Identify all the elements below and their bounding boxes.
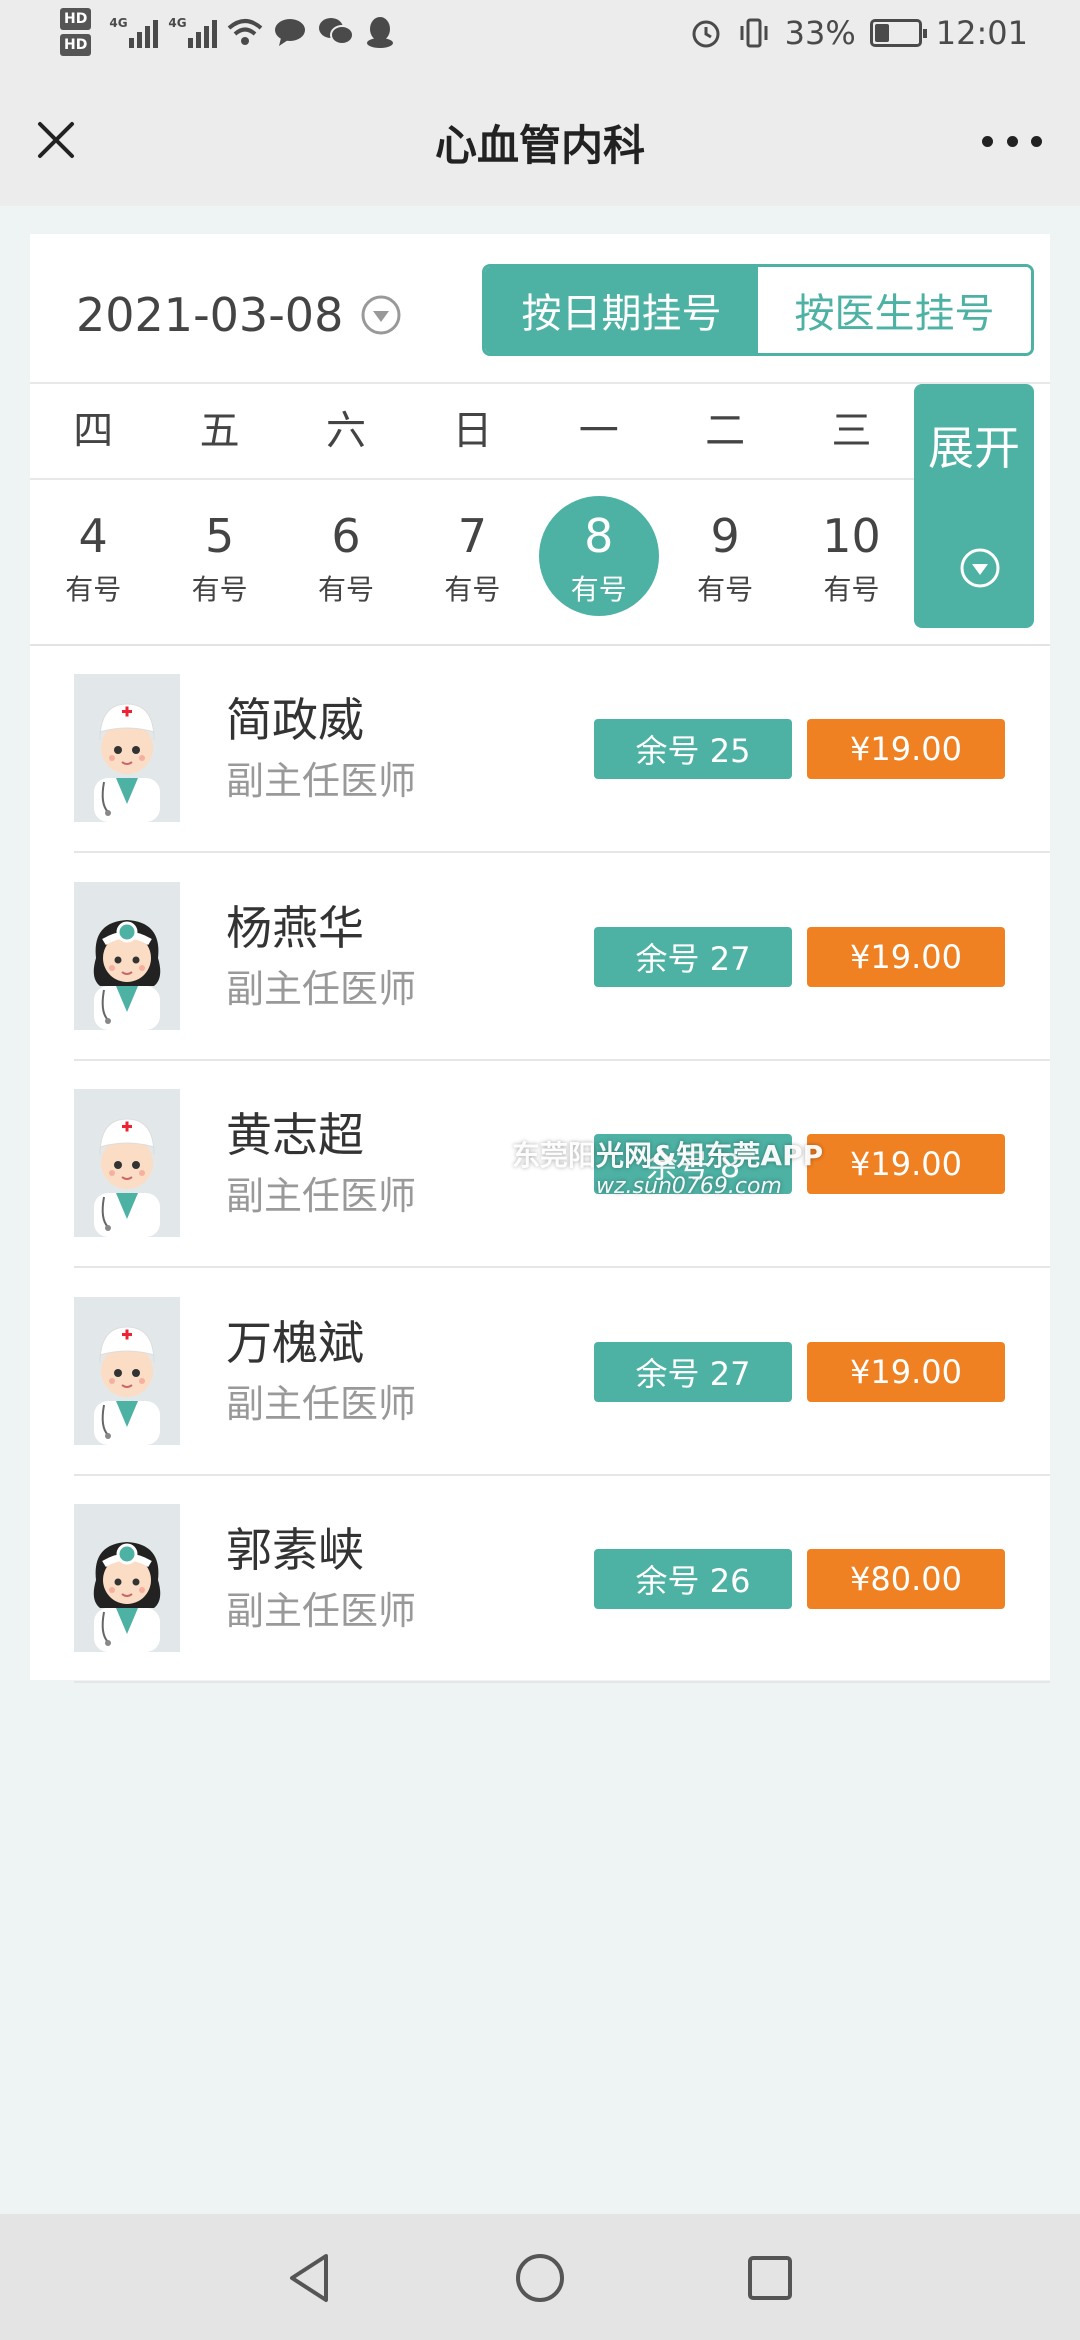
price-badge[interactable]: ¥19.00 [807, 719, 1005, 779]
day-availability: 有号 [697, 573, 754, 606]
doctor-row[interactable]: 简政威副主任医师 余号 25 ¥19.00 [30, 646, 1050, 853]
recents-icon[interactable] [742, 2250, 798, 2306]
day-number: 9 [710, 509, 740, 563]
day-cell-selected[interactable]: 8 有号 [536, 480, 662, 644]
day-number: 4 [78, 509, 108, 563]
qq-icon [367, 17, 394, 48]
chevron-down-circle-icon [361, 295, 401, 335]
signal-icon-2: 4G [168, 16, 218, 48]
date-bar: 2021-03-08 按日期挂号 按医生挂号 [30, 234, 1050, 384]
chevron-down-circle-icon [960, 548, 1000, 588]
price-badge[interactable]: ¥80.00 [807, 1549, 1005, 1609]
wechat-icon [319, 18, 355, 45]
message-icon [275, 19, 306, 46]
hd-badge-2: HD [60, 34, 92, 56]
selected-date: 2021-03-08 [76, 288, 344, 342]
day-number: 10 [822, 509, 881, 563]
price-badge[interactable]: ¥19.00 [807, 926, 1005, 987]
doctor-avatar [74, 1504, 180, 1652]
day-availability: 有号 [317, 573, 374, 606]
remaining-slots-badge[interactable]: 余号 25 [594, 719, 792, 779]
doctor-row[interactable]: 万槐斌副主任医师 余号 27 ¥19.00 [30, 1269, 1050, 1476]
doctor-row[interactable]: 杨燕华副主任医师 余号 27 ¥19.00 [30, 854, 1050, 1061]
doctor-title: 副主任医师 [226, 1381, 417, 1426]
doctor-avatar [74, 881, 180, 1030]
watermark: 东莞阳光网&知东莞APP wz.sun0769.com [512, 1134, 823, 1199]
price-badge[interactable]: ¥19.00 [807, 1134, 1005, 1194]
expand-button[interactable]: 展开 [914, 384, 1034, 628]
watermark-line1: 东莞阳光网&知东莞APP [512, 1139, 824, 1172]
weekday-label: 五 [199, 408, 240, 454]
schedule-card: 2021-03-08 按日期挂号 按医生挂号 四 五 六 日 一 二 三 4 有号 5 有号 6 有号… [30, 234, 1050, 1683]
day-availability: 有号 [444, 573, 501, 606]
battery-icon [869, 19, 927, 47]
system-nav-bar [0, 2214, 1080, 2340]
weekday-label: 日 [452, 408, 493, 454]
day-row: 4 有号 5 有号 6 有号 7 有号 8 有号 9 有号 10 有号 [30, 480, 915, 644]
remaining-slots-badge[interactable]: 余号 27 [594, 926, 792, 987]
day-availability: 有号 [823, 573, 880, 606]
weekday-label: 一 [578, 408, 619, 454]
page-title: 心血管内科 [434, 121, 645, 170]
vibrate-icon [740, 18, 768, 48]
expand-label: 展开 [928, 421, 1020, 475]
doctor-avatar [74, 1089, 180, 1237]
day-cell[interactable]: 7 有号 [409, 480, 535, 644]
remaining-slots-badge[interactable]: 余号 27 [594, 1341, 792, 1402]
signal-icon: 4G [109, 16, 159, 48]
doctor-title: 副主任医师 [226, 966, 417, 1011]
weekday-label: 四 [73, 408, 114, 454]
doctor-avatar [74, 1296, 180, 1445]
price-badge[interactable]: ¥19.00 [807, 1341, 1005, 1402]
day-cell[interactable]: 10 有号 [788, 480, 914, 644]
back-icon[interactable] [282, 2250, 338, 2306]
doctor-avatar [74, 674, 180, 822]
weekday-label: 三 [831, 408, 872, 454]
more-button[interactable] [982, 116, 1042, 166]
mode-toggle: 按日期挂号 按医生挂号 [482, 264, 1034, 356]
day-number: 5 [204, 509, 235, 563]
day-cell[interactable]: 4 有号 [30, 480, 156, 644]
doctor-title: 副主任医师 [226, 759, 417, 803]
status-bar: HD HD 4G 4G 33% 12:01 [0, 0, 1080, 76]
day-availability: 有号 [570, 573, 627, 606]
app-header: 心血管内科 [0, 76, 1080, 206]
day-number: 6 [331, 509, 361, 563]
day-availability: 有号 [191, 573, 248, 606]
tab-by-doctor[interactable]: 按医生挂号 [758, 267, 1031, 353]
battery-percent: 33% [784, 14, 856, 52]
tab-by-date[interactable]: 按日期挂号 [485, 267, 758, 353]
weekday-label: 二 [705, 408, 746, 454]
day-number: 8 [584, 509, 614, 563]
home-icon[interactable] [512, 2250, 568, 2306]
doctor-name: 郭素峡 [226, 1523, 364, 1577]
day-availability: 有号 [65, 573, 122, 606]
row-divider [74, 1681, 1050, 1683]
doctor-name: 万槐斌 [226, 1315, 364, 1370]
day-cell[interactable]: 6 有号 [283, 480, 409, 644]
day-number: 7 [457, 509, 487, 563]
remaining-slots-badge[interactable]: 余号 26 [594, 1549, 792, 1609]
doctor-name: 杨燕华 [226, 900, 364, 955]
watermark-line2: wz.sun0769.com [596, 1174, 782, 1199]
doctor-row[interactable]: 郭素峡副主任医师 余号 26 ¥80.00 [30, 1476, 1050, 1683]
wifi-icon [228, 19, 263, 45]
weekday-label: 六 [325, 408, 366, 454]
clock: 12:01 [935, 14, 1028, 52]
alarm-icon [692, 20, 720, 48]
more-icon [982, 135, 993, 147]
date-selector[interactable]: 2021-03-08 [76, 288, 403, 342]
doctor-name: 黄志超 [226, 1108, 364, 1162]
doctor-name: 简政威 [226, 693, 364, 747]
weekday-row: 四五六日一二三 [30, 384, 915, 480]
day-cell[interactable]: 5 有号 [156, 480, 282, 644]
doctor-title: 副主任医师 [226, 1174, 417, 1218]
hd-badge-1: HD [60, 8, 92, 30]
doctor-title: 副主任医师 [226, 1589, 417, 1633]
day-cell[interactable]: 9 有号 [662, 480, 788, 644]
